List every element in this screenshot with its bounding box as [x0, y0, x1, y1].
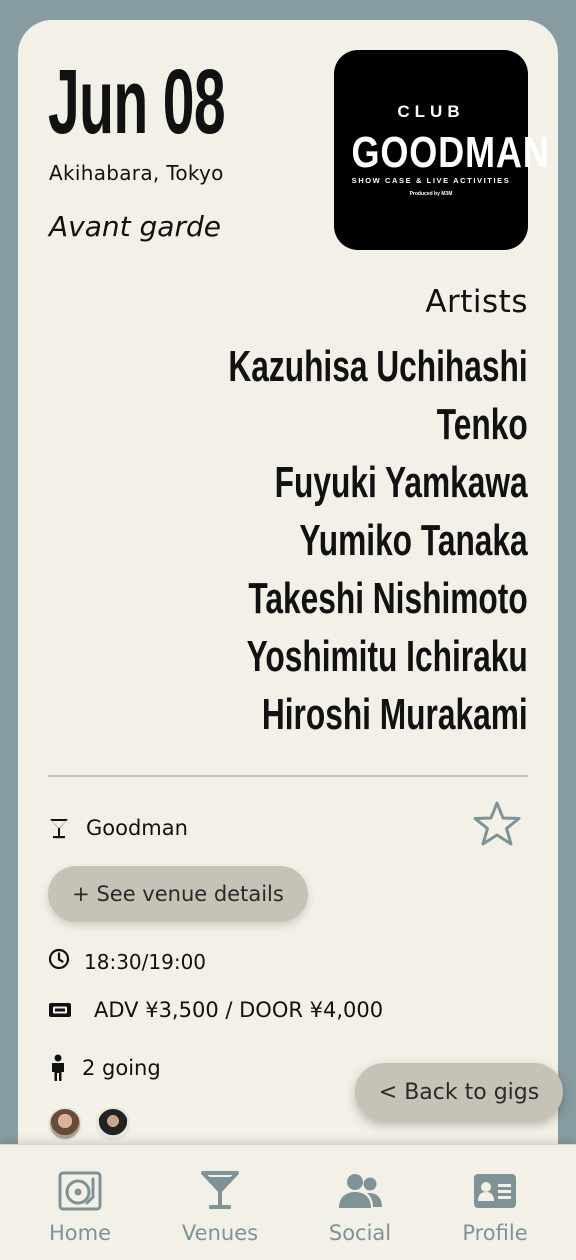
id-card-icon [473, 1169, 517, 1213]
going-count: 2 going [82, 1056, 161, 1080]
nav-label-social: Social [328, 1221, 392, 1245]
clock-icon [48, 948, 70, 970]
event-date: Jun 08 [48, 51, 226, 153]
cocktail-icon [201, 1169, 239, 1213]
section-divider [48, 775, 528, 777]
venue-name: Goodman [86, 816, 188, 840]
nav-item-venues[interactable]: Venues [160, 1145, 280, 1260]
artist-name: Yoshimitu Ichiraku [246, 632, 528, 681]
back-to-gigs-button[interactable]: < Back to gigs [355, 1063, 563, 1121]
artists-heading: Artists [425, 284, 528, 320]
time-row: 18:30/19:00 [48, 944, 206, 974]
logo-tagline: SHOW CASE & LIVE ACTIVITIES [351, 176, 511, 185]
logo-club-text: CLUB [397, 102, 465, 121]
nav-item-profile[interactable]: Profile [435, 1145, 555, 1260]
avatar[interactable] [48, 1107, 82, 1141]
event-time: 18:30/19:00 [84, 950, 207, 974]
logo-produced: Produced by M3M [409, 191, 453, 197]
avatar[interactable] [96, 1107, 130, 1141]
cocktail-icon [48, 817, 70, 839]
artist-name: Hiroshi Murakami [262, 690, 528, 739]
nav-label-profile: Profile [462, 1221, 528, 1245]
person-icon [48, 1054, 68, 1082]
ticket-icon [48, 1000, 72, 1020]
artist-name: Yumiko Tanaka [299, 516, 528, 565]
nav-item-social[interactable]: Social [300, 1145, 420, 1260]
event-genre: Avant garde [49, 210, 221, 243]
attendance-row: 2 going [48, 1054, 161, 1082]
artist-name: Tenko [437, 400, 528, 449]
artist-name: Kazuhisa Uchihashi [228, 342, 528, 391]
artist-name: Takeshi Nishimoto [248, 574, 529, 623]
users-icon [336, 1169, 384, 1213]
event-location: Akihabara, Tokyo [49, 161, 224, 185]
attendee-avatars [48, 1107, 144, 1141]
bottom-nav: Home Venues Social Profile [0, 1144, 576, 1260]
nav-label-venues: Venues [181, 1221, 259, 1245]
venue-logo: CLUB GOODMAN SHOW CASE & LIVE ACTIVITIES… [334, 50, 550, 250]
see-venue-details-button[interactable]: + See venue details [48, 866, 308, 922]
artist-list: Kazuhisa Uchihashi Tenko Fuyuki Yamkawa … [112, 338, 528, 744]
artist-name: Fuyuki Yamkawa [274, 458, 528, 507]
venue-row: Goodman [48, 816, 188, 840]
logo-name-text: GOODMAN [351, 128, 550, 177]
nav-item-home[interactable]: Home [20, 1145, 140, 1260]
price-row: ADV ¥3,500 / DOOR ¥4,000 [48, 998, 383, 1022]
favorite-star-icon[interactable] [472, 800, 522, 848]
nav-label-home: Home [48, 1221, 111, 1245]
ticket-price: ADV ¥3,500 / DOOR ¥4,000 [94, 998, 384, 1022]
turntable-icon [58, 1169, 102, 1213]
